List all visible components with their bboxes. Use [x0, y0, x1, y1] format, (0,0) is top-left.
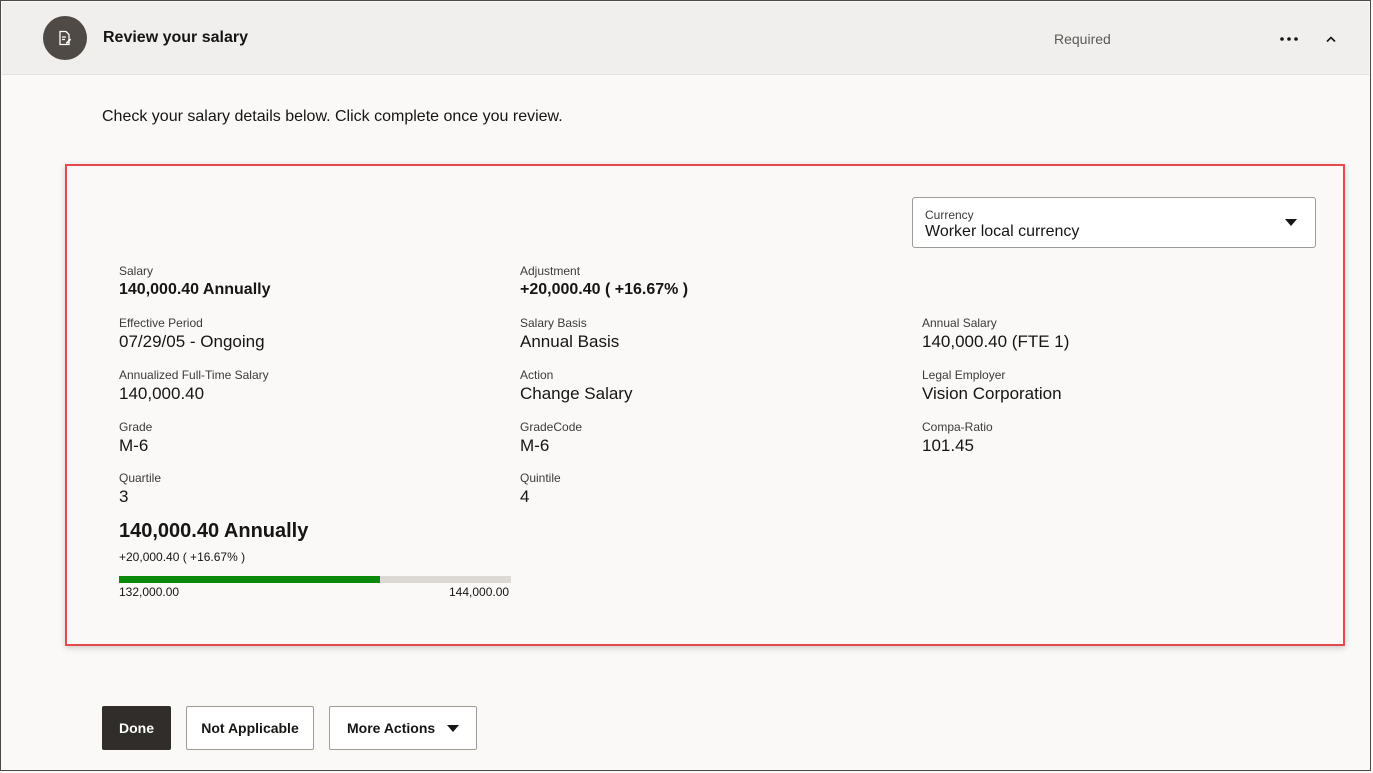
grade-label: Grade — [119, 420, 153, 434]
task-title: Review your salary — [103, 29, 248, 46]
salary-range-bar — [119, 576, 511, 583]
legal-employer-value: Vision Corporation — [922, 384, 1062, 403]
action-value: Change Salary — [520, 384, 633, 403]
chevron-up-icon — [1326, 36, 1336, 43]
grade-field: Grade M-6 — [119, 420, 152, 457]
summary-salary: 140,000.40 Annually — [119, 520, 309, 542]
not-applicable-button[interactable]: Not Applicable — [186, 706, 314, 750]
salary-basis-value: Annual Basis — [520, 332, 620, 351]
required-status: Required — [1054, 31, 1111, 47]
adjustment-field: Adjustment +20,000.40 ( +16.67% ) — [520, 264, 688, 301]
salary-field: Salary 140,000.40 Annually — [119, 264, 271, 301]
task-panel: Review your salary Required Check your s… — [0, 0, 1371, 771]
compa-ratio-label: Compa-Ratio — [922, 420, 993, 434]
quartile-label: Quartile — [119, 471, 162, 485]
more-actions-label: More Actions — [347, 720, 436, 736]
annualized-fulltime-field: Annualized Full-Time Salary 140,000.40 — [119, 368, 269, 405]
caret-down-icon — [447, 725, 459, 732]
task-header[interactable]: Review your salary Required — [2, 2, 1369, 75]
done-button[interactable]: Done — [102, 706, 171, 750]
action-label: Action — [520, 368, 554, 382]
more-actions-button[interactable]: More Actions — [329, 706, 477, 750]
salary-details-card: Currency Worker local currency Salary 14… — [65, 164, 1345, 646]
more-options-button[interactable] — [1274, 26, 1304, 52]
salary-label: Salary — [119, 264, 154, 278]
ellipsis-icon — [1280, 37, 1298, 41]
annual-salary-field: Annual Salary 140,000.40 (FTE 1) — [922, 316, 1069, 353]
currency-value: Worker local currency — [925, 223, 1080, 240]
quartile-field: Quartile 3 — [119, 471, 161, 508]
quintile-field: Quintile 4 — [520, 471, 561, 508]
annualized-fulltime-label: Annualized Full-Time Salary — [119, 368, 269, 382]
action-field: Action Change Salary — [520, 368, 632, 405]
effective-period-field: Effective Period 07/29/05 - Ongoing — [119, 316, 265, 353]
salary-basis-label: Salary Basis — [520, 316, 587, 330]
quintile-value: 4 — [520, 487, 530, 506]
salary-basis-field: Salary Basis Annual Basis — [520, 316, 619, 353]
annualized-fulltime-value: 140,000.40 — [119, 384, 205, 403]
quartile-value: 3 — [119, 487, 129, 506]
summary-adjustment: +20,000.40 ( +16.67% ) — [119, 550, 246, 564]
compa-ratio-value: 101.45 — [922, 436, 974, 455]
grade-code-value: M-6 — [520, 436, 550, 455]
salary-range-fill — [119, 576, 381, 583]
instructions-text: Check your salary details below. Click c… — [102, 108, 563, 125]
grade-value: M-6 — [119, 436, 149, 455]
currency-label: Currency — [925, 208, 974, 222]
effective-period-value: 07/29/05 - Ongoing — [119, 332, 265, 351]
grade-code-label: GradeCode — [520, 420, 583, 434]
adjustment-label: Adjustment — [520, 264, 581, 278]
grade-code-field: GradeCode M-6 — [520, 420, 582, 457]
legal-employer-label: Legal Employer — [922, 368, 1006, 382]
effective-period-label: Effective Period — [119, 316, 203, 330]
currency-select[interactable]: Currency Worker local currency — [912, 197, 1316, 248]
range-min-label: 132,000.00 — [119, 585, 180, 599]
quintile-label: Quintile — [520, 471, 561, 485]
collapse-button[interactable] — [1318, 26, 1344, 52]
annual-salary-label: Annual Salary — [922, 316, 997, 330]
task-document-icon — [43, 16, 87, 60]
annual-salary-value: 140,000.40 (FTE 1) — [922, 332, 1070, 351]
adjustment-value: +20,000.40 ( +16.67% ) — [520, 281, 689, 298]
compa-ratio-field: Compa-Ratio 101.45 — [922, 420, 993, 457]
caret-down-icon — [1285, 219, 1297, 226]
legal-employer-field: Legal Employer Vision Corporation — [922, 368, 1062, 405]
salary-value: 140,000.40 Annually — [119, 281, 271, 298]
range-max-label: 144,000.00 — [449, 585, 510, 599]
